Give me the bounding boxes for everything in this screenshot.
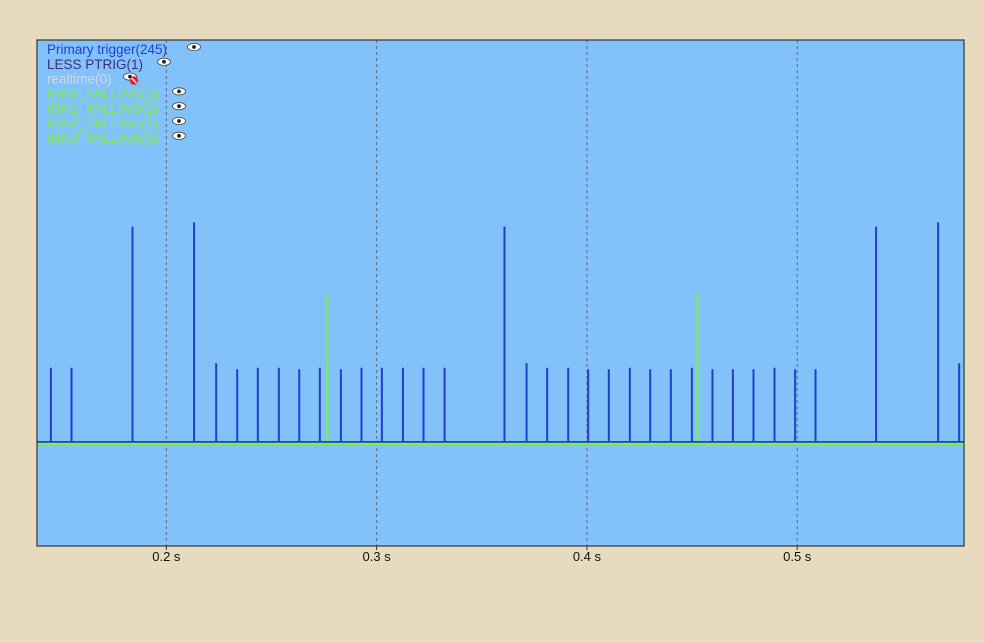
chart-svg[interactable]: 0.2 s 0.3 s 0.4 s 0.5 s Primary trigger(245… bbox=[0, 0, 984, 638]
legend-label: LESS PTRIG(1) bbox=[47, 57, 143, 72]
legend-label: IGN2_FALLING(4) bbox=[47, 116, 158, 131]
eye-icon[interactable] bbox=[172, 117, 186, 126]
tick-label: 0.2 s bbox=[152, 549, 181, 564]
tick-label: 0.3 s bbox=[363, 549, 392, 564]
eye-icon[interactable] bbox=[172, 102, 186, 111]
baselines bbox=[37, 441, 964, 446]
eye-icon[interactable] bbox=[172, 131, 186, 140]
legend-label: Primary trigger(245) bbox=[47, 42, 167, 57]
plot-area[interactable] bbox=[37, 40, 964, 546]
eye-pupil bbox=[177, 89, 181, 94]
eye-pupil bbox=[177, 119, 181, 123]
x-axis-ticks: 0.2 s 0.3 s 0.4 s 0.5 s bbox=[152, 546, 812, 564]
legend-label: IGN0_FALLING(3) bbox=[47, 86, 158, 101]
eye-icon[interactable] bbox=[157, 57, 171, 66]
legend-label: IGN3_FALLING(3) bbox=[47, 131, 158, 146]
eye-pupil bbox=[177, 133, 181, 138]
tick-label: 0.5 s bbox=[783, 549, 812, 564]
eye-pupil bbox=[162, 59, 166, 64]
chart-root: 0.2 s 0.3 s 0.4 s 0.5 s Primary trigger(245… bbox=[0, 0, 984, 638]
eye-pupil bbox=[177, 104, 181, 109]
tick-label: 0.4 s bbox=[573, 549, 602, 564]
legend-label: IGN1_FALLING(2) bbox=[47, 101, 158, 116]
eye-icon[interactable] bbox=[172, 87, 186, 96]
legend-label: realtime(0) bbox=[47, 72, 112, 87]
eye-pupil bbox=[192, 45, 196, 49]
eye-icon[interactable] bbox=[187, 43, 201, 52]
